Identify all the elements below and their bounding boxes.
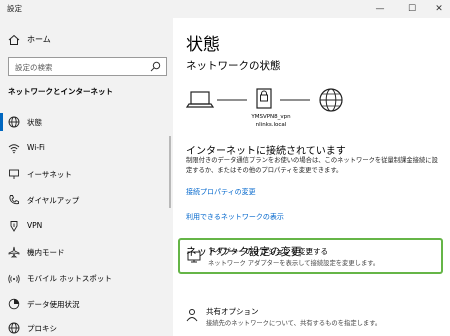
section-title: ネットワークとインターネット: [8, 87, 113, 96]
wifi-icon: [8, 144, 20, 154]
sidebar-item-label: データ使用状況: [27, 300, 80, 309]
sharing-options-title: 共有オプション: [206, 307, 259, 316]
window-title: 設定: [7, 4, 22, 13]
adapter-icon: [187, 251, 201, 263]
connection-status-title: インターネットに接続されています: [186, 146, 346, 157]
sidebar-item-airplane[interactable]: 機内モード: [0, 240, 173, 264]
sidebar-item-status[interactable]: 状態: [0, 110, 173, 134]
airplane-icon: [8, 246, 20, 258]
minimize-button[interactable]: —: [366, 0, 394, 18]
sidebar-item-hotspot[interactable]: モバイル ホットスポット: [0, 266, 173, 290]
search-icon: [150, 61, 161, 72]
share-icon: [186, 309, 198, 322]
close-button[interactable]: ✕: [425, 0, 450, 18]
sidebar-item-label: イーサネット: [27, 170, 72, 179]
title-bar: 設定 — ☐ ✕: [0, 0, 450, 18]
show-networks-link[interactable]: 利用できるネットワークの表示: [186, 212, 284, 222]
main-panel: 状態 ネットワークの状態 YMSVPN8_vpn nlinks.local イン…: [173, 18, 450, 336]
change-properties-link[interactable]: 接続プロパティの変更: [186, 187, 256, 197]
minimize-icon: —: [375, 4, 385, 14]
sharing-options-subtitle: 接続先のネットワークについて、共有するものを指定します。: [206, 320, 382, 327]
data-usage-icon: [8, 298, 20, 310]
adapter-options-title: アダプターのオプションを変更する: [208, 247, 328, 256]
network-status-heading: ネットワークの状態: [186, 60, 281, 72]
internet-globe-icon: [319, 88, 343, 112]
search-placeholder: 設定の検索: [15, 63, 53, 72]
sidebar-item-label: 状態: [27, 118, 42, 127]
page-title: 状態: [186, 35, 220, 55]
vpn-name-line2: nlinks.local: [255, 122, 287, 128]
adapter-options-subtitle: ネットワーク アダプターを表示して接続設定を変更します。: [208, 260, 380, 267]
home-icon: [8, 34, 20, 45]
hotspot-icon: [8, 274, 20, 284]
sidebar-item-label: 機内モード: [27, 248, 65, 257]
vpn-icon: [10, 221, 18, 232]
home-button[interactable]: ホーム: [0, 28, 173, 52]
sidebar-scrollbar[interactable]: [169, 136, 171, 208]
computer-icon: [185, 91, 215, 108]
vpn-connection-name: YMSVPN8_vpn nlinks.local: [246, 113, 296, 129]
maximize-button[interactable]: ☐: [398, 0, 426, 18]
adapter-options-button[interactable]: アダプターのオプションを変更する ネットワーク アダプターを表示して接続設定を変…: [178, 238, 443, 274]
sidebar: ホーム 設定の検索 ネットワークとインターネット 状態 Wi-Fi イーサネット: [0, 18, 173, 336]
sidebar-item-vpn[interactable]: VPN: [0, 214, 173, 238]
sidebar-item-label: VPN: [27, 221, 43, 230]
sidebar-item-label: モバイル ホットスポット: [27, 274, 112, 283]
sidebar-item-wifi[interactable]: Wi-Fi: [0, 136, 173, 160]
sidebar-item-label: ダイヤルアップ: [27, 196, 80, 205]
sidebar-item-ethernet[interactable]: イーサネット: [0, 162, 173, 186]
vpn-name-line1: YMSVPN8_vpn: [251, 114, 291, 120]
sidebar-item-label: プロキシ: [27, 324, 57, 333]
settings-search-input[interactable]: 設定の検索: [8, 57, 167, 76]
phone-icon: [9, 195, 19, 205]
sharing-options-button[interactable]: 共有オプション 接続先のネットワークについて、共有するものを指定します。: [178, 302, 443, 336]
globe-icon: [8, 116, 20, 128]
sidebar-item-label: Wi-Fi: [27, 143, 45, 152]
sidebar-item-data-usage[interactable]: データ使用状況: [0, 292, 173, 316]
sidebar-item-proxy[interactable]: プロキシ: [0, 316, 173, 336]
close-icon: ✕: [435, 4, 443, 14]
home-label: ホーム: [27, 35, 51, 44]
connection-description: 制限付きのデータ通信プランをお使いの場合は、このネットワークを従量制課金接続に設…: [186, 157, 438, 174]
network-diagram: [185, 88, 343, 112]
globe-icon: [8, 322, 20, 334]
ethernet-icon: [9, 169, 19, 179]
maximize-icon: ☐: [407, 4, 417, 14]
vpn-lock-icon: [256, 88, 272, 109]
sidebar-item-dialup[interactable]: ダイヤルアップ: [0, 188, 173, 212]
